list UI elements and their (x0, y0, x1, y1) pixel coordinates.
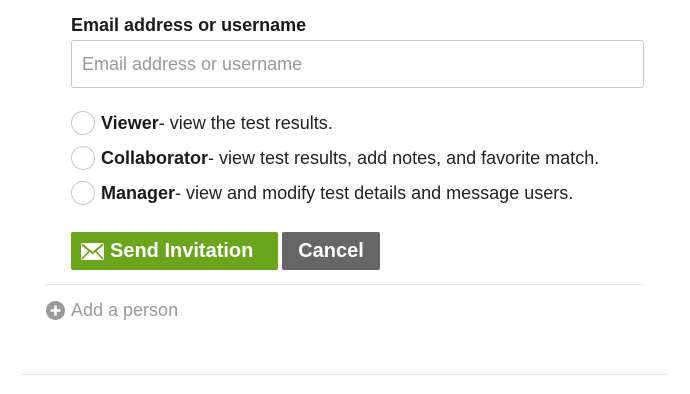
radio-manager[interactable] (71, 181, 95, 205)
add-person-link[interactable]: Add a person (46, 300, 178, 321)
field-label-email: Email address or username (71, 15, 307, 35)
role-description: - view the test results. (158, 113, 333, 133)
divider (22, 374, 668, 375)
envelope-icon (81, 242, 104, 260)
send-button-label: Send Invitation (110, 239, 254, 262)
role-description: - view test results, add notes, and favo… (208, 148, 600, 168)
role-description: - view and modify test details and messa… (175, 183, 574, 203)
plus-circle-icon (46, 301, 65, 320)
role-options: Viewer - view the test results. Collabor… (71, 110, 599, 215)
role-name: Collaborator (101, 148, 209, 168)
role-option-manager[interactable]: Manager - view and modify test details a… (71, 180, 599, 206)
role-name: Viewer (101, 113, 159, 133)
role-name: Manager (101, 183, 176, 203)
radio-collaborator[interactable] (71, 146, 95, 170)
cancel-button-label: Cancel (298, 239, 364, 262)
add-person-label: Add a person (71, 300, 179, 320)
role-option-viewer[interactable]: Viewer - view the test results. (71, 110, 599, 136)
action-buttons: Send Invitation Cancel (71, 232, 380, 270)
send-invitation-button[interactable]: Send Invitation (71, 232, 278, 270)
email-field[interactable] (71, 40, 644, 88)
radio-viewer[interactable] (71, 111, 95, 135)
cancel-button[interactable]: Cancel (282, 232, 380, 270)
divider (45, 284, 644, 285)
role-option-collaborator[interactable]: Collaborator - view test results, add no… (71, 145, 599, 171)
